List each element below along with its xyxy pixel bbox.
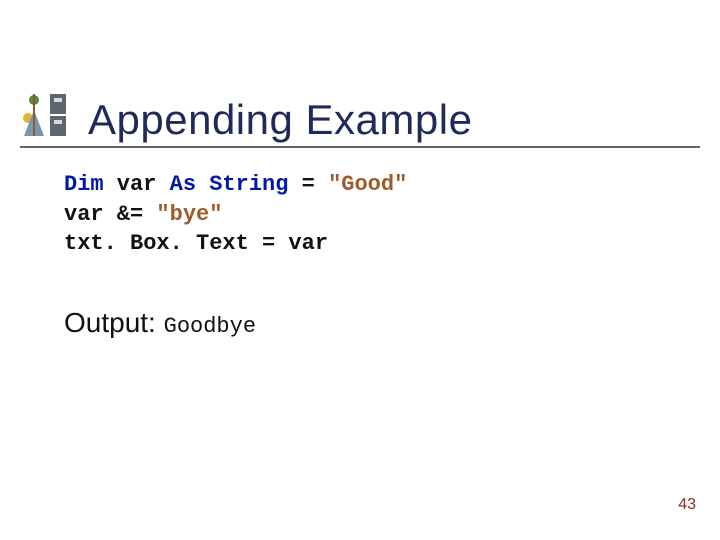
- output-label: Output:: [64, 307, 164, 338]
- code-line-3: txt. Box. Text = var: [64, 229, 680, 259]
- code-block: Dim var As String = "Good" var &= "bye" …: [64, 170, 680, 259]
- output-line: Output: Goodbye: [64, 307, 680, 339]
- output-value: Goodbye: [164, 314, 256, 339]
- slide-header: Appending Example: [20, 74, 700, 148]
- slide-title: Appending Example: [88, 96, 472, 144]
- keyword-as: As: [170, 172, 196, 197]
- code-line-1: Dim var As String = "Good": [64, 170, 680, 200]
- code-text: var: [104, 172, 170, 197]
- code-line-2: var &= "bye": [64, 200, 680, 230]
- keyword-dim: Dim: [64, 172, 104, 197]
- slide: Appending Example Dim var As String = "G…: [0, 0, 720, 540]
- code-text: txt. Box. Text = var: [64, 231, 328, 256]
- keyword-string: String: [209, 172, 288, 197]
- string-literal: "Good": [328, 172, 407, 197]
- code-text: var &=: [64, 202, 156, 227]
- logo-icon: [20, 92, 68, 140]
- code-text: =: [288, 172, 328, 197]
- page-number: 43: [678, 496, 696, 514]
- string-literal: "bye": [156, 202, 222, 227]
- code-text: [196, 172, 209, 197]
- slide-body: Dim var As String = "Good" var &= "bye" …: [64, 170, 680, 339]
